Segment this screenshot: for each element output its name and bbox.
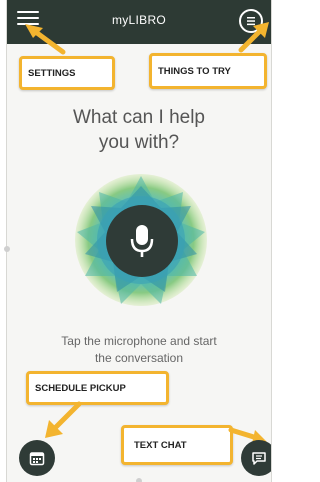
headline-line-2: you with? — [98, 132, 180, 153]
headline-line-1: What can I help — [72, 107, 206, 128]
microphone-icon — [130, 225, 154, 257]
schedule-pickup-button[interactable] — [19, 440, 55, 476]
text-chat-button[interactable] — [241, 440, 271, 476]
list-circle-icon — [247, 17, 255, 26]
chat-bubble-icon — [252, 452, 266, 465]
bottom-edge-dot — [136, 478, 142, 482]
schedule-pickup-callout: SCHEDULE PICKUP — [26, 371, 169, 405]
settings-callout: SETTINGS — [19, 56, 115, 90]
things-to-try-callout: THINGS TO TRY — [149, 53, 267, 89]
instruction-text: Tap the microphone and start the convers… — [7, 333, 271, 367]
things-to-try-button[interactable] — [239, 9, 263, 33]
headline: What can I help you with? — [7, 105, 271, 155]
app-title: myLIBRO — [111, 13, 167, 27]
left-edge-dot — [4, 246, 10, 252]
calendar-icon — [29, 452, 45, 466]
schedule-pickup-callout-label: SCHEDULE PICKUP — [35, 382, 126, 394]
top-bar: myLIBRO — [7, 0, 271, 44]
app-screen: myLIBRO SETTINGS THINGS TO TRY What can … — [6, 0, 272, 482]
text-chat-callout: TEXT CHAT — [121, 425, 233, 465]
microphone-button[interactable] — [106, 205, 178, 277]
instruction-line-2: the conversation — [94, 351, 184, 365]
settings-callout-label: SETTINGS — [28, 67, 76, 79]
instruction-line-1: Tap the microphone and start — [61, 334, 217, 348]
text-chat-callout-label: TEXT CHAT — [134, 439, 187, 451]
things-to-try-callout-label: THINGS TO TRY — [158, 65, 231, 77]
